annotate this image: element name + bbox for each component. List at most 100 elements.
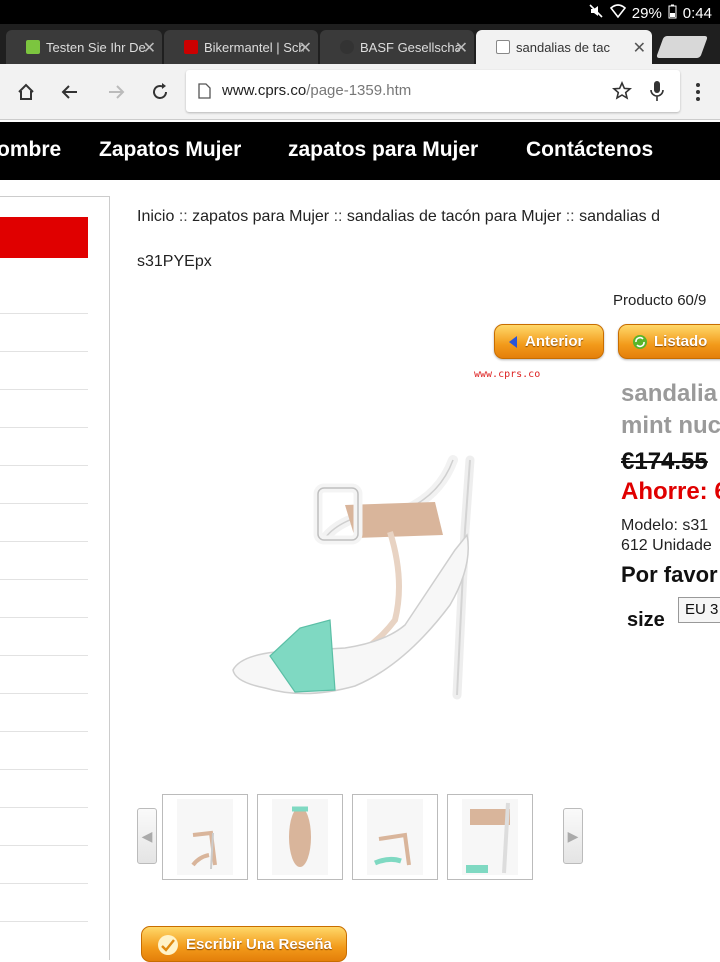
sidebar-divider: [0, 351, 88, 352]
nav-item-nombre[interactable]: ombre: [0, 138, 61, 162]
write-review-button[interactable]: Escribir Una Reseña: [141, 926, 347, 962]
back-button[interactable]: [56, 78, 84, 106]
clock: 0:44: [682, 4, 712, 22]
close-icon[interactable]: ✕: [299, 38, 312, 58]
sidebar-divider: [0, 731, 88, 732]
bookmark-star-icon[interactable]: [612, 81, 632, 101]
tab-bar: Testen Sie Ihr De ✕ Bikermantel | Sch ✕ …: [0, 24, 720, 64]
thumbnail-4[interactable]: [447, 794, 533, 880]
sidebar-divider: [0, 541, 88, 542]
breadcrumb-separator: ::: [178, 208, 193, 225]
model-line: Modelo: s31: [621, 517, 709, 534]
nav-item-zapatos-para-mujer[interactable]: zapatos para Mujer: [288, 138, 478, 162]
tab-2[interactable]: Bikermantel | Sch ✕: [164, 30, 318, 64]
home-button[interactable]: [12, 78, 40, 106]
menu-button[interactable]: [684, 78, 712, 106]
sidebar-divider: [0, 579, 88, 580]
tab-4-active[interactable]: sandalias de tac ✕: [476, 30, 652, 64]
watermark: www.cprs.co: [474, 369, 541, 380]
choose-prompt: Por favor: [621, 562, 718, 587]
sidebar-divider: [0, 655, 88, 656]
nav-item-zapatos-mujer[interactable]: Zapatos Mujer: [99, 138, 241, 162]
model-info: Modelo: s31 612 Unidade: [621, 516, 712, 556]
close-icon[interactable]: ✕: [633, 38, 646, 58]
size-label: size: [627, 609, 665, 631]
green-check-icon: [26, 40, 40, 54]
mute-icon: [588, 3, 604, 23]
thumbs-prev-button[interactable]: ◀: [137, 808, 157, 864]
sidebar-divider: [0, 807, 88, 808]
breadcrumb-separator: ::: [333, 208, 347, 225]
thumbnail-image: [367, 799, 423, 875]
more-vert-icon: [696, 83, 700, 101]
forward-button[interactable]: [102, 78, 130, 106]
sidebar-divider: [0, 313, 88, 314]
size-select[interactable]: EU 3: [678, 597, 720, 623]
page-icon: [198, 83, 211, 99]
status-bar: 29% 0:44: [0, 0, 720, 24]
back-arrow-icon: [61, 85, 77, 99]
close-icon[interactable]: ✕: [455, 38, 468, 58]
wifi-icon: [609, 3, 626, 23]
sidebar: [0, 196, 110, 960]
tab-1[interactable]: Testen Sie Ihr De ✕: [6, 30, 162, 64]
product-title-line: sandalia: [621, 380, 718, 407]
address-bar[interactable]: www.cprs.co/page-1359.htm: [186, 70, 680, 112]
breadcrumb-home[interactable]: Inicio: [137, 208, 174, 225]
sidebar-divider: [0, 845, 88, 846]
thumbnail-3[interactable]: [352, 794, 438, 880]
breadcrumb: Inicio :: zapatos para Mujer :: sandalia…: [137, 208, 660, 226]
left-triangle-icon: [509, 335, 517, 348]
microphone-icon[interactable]: [650, 80, 664, 102]
browser-toolbar: www.cprs.co/page-1359.htm: [0, 64, 720, 120]
home-icon: [18, 83, 34, 100]
page-icon: [496, 40, 510, 54]
close-icon[interactable]: ✕: [143, 38, 156, 58]
breadcrumb-current: sandalias d: [579, 208, 661, 225]
refresh-arrows-icon: [633, 334, 647, 349]
sidebar-divider: [0, 427, 88, 428]
tab-3[interactable]: BASF Gesellschaft ✕: [320, 30, 474, 64]
sidebar-divider: [0, 503, 88, 504]
thumbnail-image: [462, 799, 518, 875]
reload-button[interactable]: [146, 78, 174, 106]
product-title-line: mint nuc: [621, 412, 720, 439]
nav-item-contactenos[interactable]: Contáctenos: [526, 138, 653, 162]
sidebar-divider: [0, 465, 88, 466]
hm-logo-icon: [184, 40, 198, 54]
pencil-check-icon: [158, 935, 178, 955]
sidebar-divider: [0, 617, 88, 618]
sidebar-divider: [0, 883, 88, 884]
stock-line: 612 Unidade: [621, 537, 712, 554]
battery-percent: 29%: [631, 4, 662, 22]
sidebar-divider: [0, 921, 88, 922]
reload-icon: [153, 83, 167, 99]
sidebar-header-bar: [0, 217, 88, 258]
forward-arrow-icon: [109, 85, 125, 99]
list-button[interactable]: Listado: [618, 324, 720, 359]
breadcrumb-category[interactable]: zapatos para Mujer: [192, 208, 329, 225]
previous-label: Anterior: [525, 333, 584, 350]
right-triangle-icon: ▶: [567, 827, 579, 844]
product-image[interactable]: [205, 420, 535, 720]
sidebar-divider: [0, 389, 88, 390]
status-icons: 29% 0:44: [588, 3, 712, 23]
sidebar-divider: [0, 769, 88, 770]
saving-amount: Ahorre: 6: [621, 478, 720, 505]
list-label: Listado: [654, 333, 708, 350]
new-tab-button[interactable]: [655, 36, 709, 58]
thumbnail-2[interactable]: [257, 794, 343, 880]
thumbnail-1[interactable]: [162, 794, 248, 880]
tripadvisor-icon: [340, 40, 354, 54]
breadcrumb-subcategory[interactable]: sandalias de tacón para Mujer: [347, 208, 561, 225]
sidebar-divider: [0, 693, 88, 694]
site-navbar: ombre Zapatos Mujer zapatos para Mujer C…: [0, 122, 720, 180]
breadcrumb-separator: ::: [565, 208, 580, 225]
thumbnail-image: [177, 799, 233, 875]
left-triangle-icon: ◀: [141, 827, 153, 844]
product-code: s31PYEpx: [137, 253, 212, 270]
write-review-label: Escribir Una Reseña: [186, 935, 332, 953]
previous-button[interactable]: Anterior: [494, 324, 604, 359]
thumbnail-image: [272, 799, 328, 875]
thumbs-next-button[interactable]: ▶: [563, 808, 583, 864]
